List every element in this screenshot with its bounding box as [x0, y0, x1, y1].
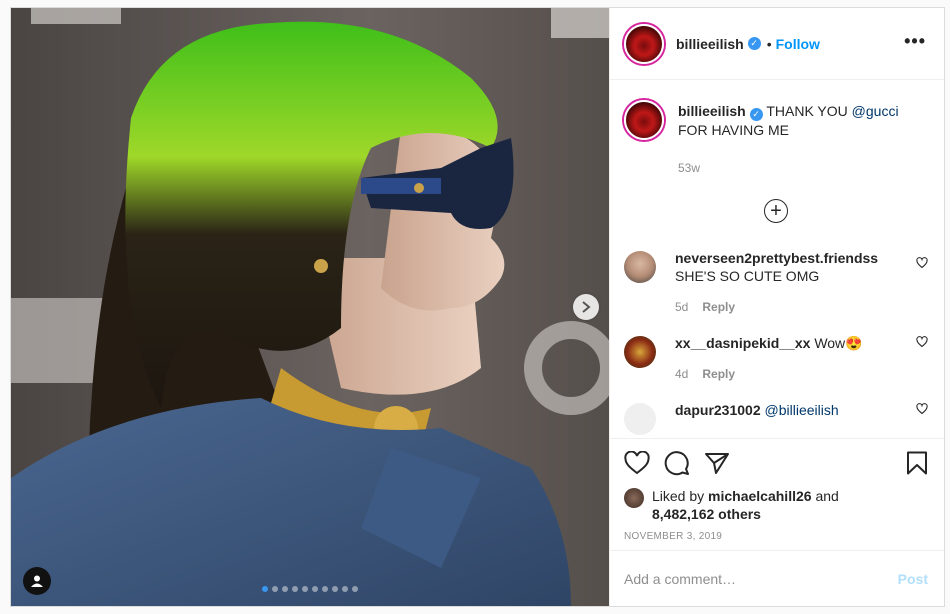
carousel-indicator — [11, 586, 609, 592]
caption-text: billieeilish ✓ THANK YOU @gucci FOR HAVIN… — [678, 100, 899, 139]
chevron-right-icon — [582, 301, 591, 313]
action-icons — [624, 449, 928, 477]
follow-button[interactable]: Follow — [776, 36, 820, 52]
caption-mention[interactable]: @gucci — [852, 103, 899, 119]
load-more-comments[interactable]: + — [624, 199, 928, 223]
verified-badge-icon: ✓ — [749, 108, 763, 121]
post-photo[interactable] — [11, 8, 609, 606]
author-avatar[interactable] — [624, 23, 664, 64]
comment-username[interactable]: dapur231002 — [675, 402, 761, 418]
post-sidebar: billieeilish ✓ • Follow ••• billieeilish… — [609, 8, 944, 606]
carousel-dot — [352, 586, 358, 592]
comment-text: Wow😍 — [814, 335, 863, 351]
comment-item: neverseen2prettybest.friendss SHE'S SO C… — [624, 249, 928, 316]
photo-image — [11, 8, 609, 606]
carousel-dot — [302, 586, 308, 592]
liker-username[interactable]: michaelcahill26 — [708, 488, 812, 504]
post-caption: billieeilish ✓ THANK YOU @gucci FOR HAVIN… — [624, 100, 928, 175]
comment-username[interactable]: xx__dasnipekid__xx — [675, 335, 810, 351]
comment-time[interactable]: 5d — [675, 298, 688, 316]
share-icon[interactable] — [704, 451, 730, 475]
commenter-avatar[interactable] — [624, 336, 656, 368]
liker-avatar[interactable] — [624, 488, 644, 508]
likes-summary: Liked by michaelcahill26 and 8,482,162 o… — [624, 487, 928, 523]
commenter-avatar[interactable] — [624, 403, 656, 435]
heart-icon[interactable] — [916, 403, 928, 415]
caption-username[interactable]: billieeilish — [678, 103, 746, 119]
add-comment-bar: Post — [610, 550, 944, 606]
comment-text: SHE'S SO CUTE OMG — [675, 268, 820, 284]
comment-icon[interactable] — [664, 450, 690, 476]
carousel-dot — [272, 586, 278, 592]
verified-badge-icon: ✓ — [747, 37, 761, 50]
caption-time[interactable]: 53w — [678, 161, 899, 175]
heart-icon[interactable] — [916, 336, 928, 348]
author-username[interactable]: billieeilish — [676, 36, 744, 52]
likes-prefix: Liked by — [652, 488, 709, 504]
commenter-avatar[interactable] — [624, 251, 656, 283]
post-date[interactable]: NOVEMBER 3, 2019 — [624, 531, 928, 542]
carousel-dot — [342, 586, 348, 592]
likes-count[interactable]: 8,482,162 others — [652, 506, 761, 522]
likes-and: and — [811, 488, 839, 504]
carousel-dot — [292, 586, 298, 592]
comment-item: dapur231002 @billieeilish — [624, 401, 928, 435]
comment-time[interactable]: 4d — [675, 365, 688, 383]
reply-button[interactable]: Reply — [702, 298, 735, 316]
more-options-icon[interactable]: ••• — [904, 32, 926, 50]
instagram-post: billieeilish ✓ • Follow ••• billieeilish… — [10, 7, 945, 607]
post-actions: Liked by michaelcahill26 and 8,482,162 o… — [610, 438, 944, 550]
reply-button[interactable]: Reply — [702, 365, 735, 383]
separator-dot: • — [766, 35, 772, 52]
plus-circle-icon[interactable]: + — [764, 199, 788, 223]
carousel-dot — [282, 586, 288, 592]
comment-mention[interactable]: @billieeilish — [765, 402, 839, 418]
comment-item: xx__dasnipekid__xx Wow😍 4d Reply — [624, 334, 928, 383]
post-comment-button[interactable]: Post — [898, 571, 928, 587]
post-header: billieeilish ✓ • Follow ••• — [610, 8, 944, 80]
caption-body: THANK YOU — [766, 103, 852, 119]
comment-username[interactable]: neverseen2prettybest.friendss — [675, 249, 905, 267]
caption-avatar[interactable] — [624, 100, 664, 140]
carousel-dot — [322, 586, 328, 592]
comment-input[interactable] — [624, 570, 898, 587]
carousel-dot — [332, 586, 338, 592]
comments-section: billieeilish ✓ THANK YOU @gucci FOR HAVIN… — [610, 80, 944, 438]
heart-icon[interactable] — [916, 257, 928, 269]
next-photo-button[interactable] — [573, 294, 599, 320]
carousel-dot — [312, 586, 318, 592]
caption-body-2: FOR HAVING ME — [678, 122, 789, 138]
heart-icon[interactable] — [624, 451, 650, 475]
bookmark-icon[interactable] — [906, 451, 928, 475]
carousel-dot — [262, 586, 268, 592]
